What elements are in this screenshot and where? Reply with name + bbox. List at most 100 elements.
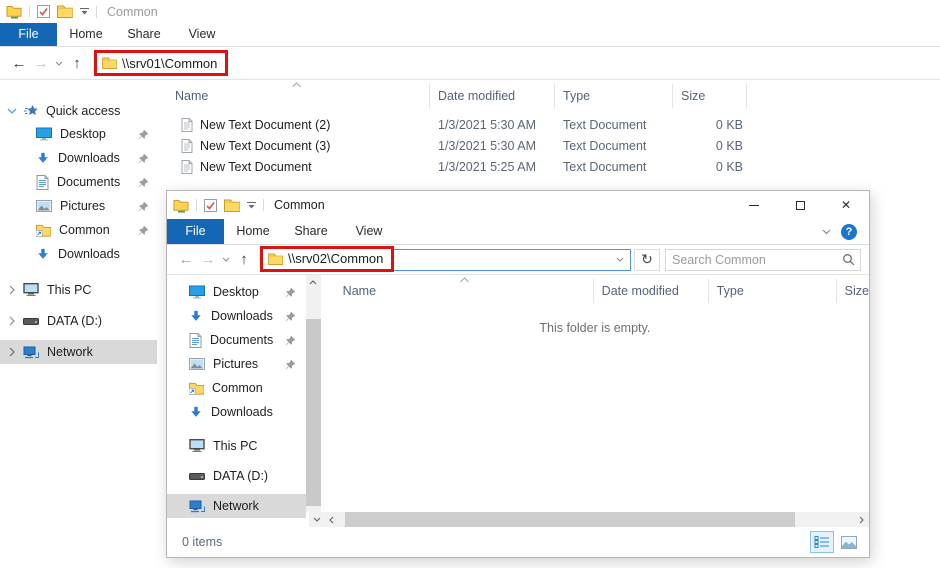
tab-view[interactable]: View [173, 23, 231, 46]
tab-home[interactable]: Home [224, 219, 282, 244]
pictures-icon [189, 358, 205, 370]
documents-icon [189, 332, 202, 348]
back-button[interactable]: ← [175, 251, 197, 268]
column-header-date-modified[interactable]: Date modified [430, 84, 555, 108]
sidebar-item-common[interactable]: Common [0, 218, 157, 242]
search-input[interactable] [672, 252, 842, 267]
scrollbar-thumb[interactable] [305, 319, 321, 506]
sidebar-item-quick-access[interactable]: Quick access [0, 100, 157, 122]
maximize-button[interactable] [777, 191, 823, 219]
sidebar-item-label: This PC [213, 439, 258, 453]
window1-titlebar: Common [0, 0, 940, 23]
sidebar-item-label: Downloads [58, 151, 120, 165]
column-header-name[interactable]: Name [167, 82, 430, 108]
sidebar-item-pictures[interactable]: Pictures [0, 194, 157, 218]
tab-share[interactable]: Share [282, 219, 340, 244]
titlebar-separator [263, 199, 264, 211]
recent-locations-chevron-icon[interactable] [219, 257, 233, 262]
qat-new-folder-icon[interactable] [57, 5, 73, 18]
up-button[interactable]: ↑ [66, 55, 88, 72]
recent-locations-chevron-icon[interactable] [52, 61, 66, 66]
sidebar-item-label: Pictures [213, 357, 259, 371]
sort-ascending-icon [459, 277, 470, 283]
file-row[interactable]: New Text Document 1/3/2021 5:25 AM Text … [167, 156, 940, 177]
scroll-right-icon[interactable] [854, 512, 869, 527]
forward-button[interactable]: → [30, 55, 52, 72]
chevron-right-icon[interactable] [9, 347, 15, 357]
tab-file[interactable]: File [167, 219, 224, 244]
column-header-size[interactable]: Size [837, 279, 869, 303]
scroll-up-icon[interactable] [306, 275, 321, 289]
refresh-button[interactable]: ↻ [634, 248, 660, 271]
chevron-down-icon[interactable] [7, 108, 17, 114]
annotation-highlight-srv01: \\srv01\Common [94, 50, 229, 76]
sidebar-scrollbar[interactable] [305, 275, 321, 512]
address-text[interactable]: \\srv01\Common [122, 56, 217, 71]
back-button[interactable]: ← [8, 55, 30, 72]
expand-ribbon-chevron-icon[interactable] [822, 229, 831, 235]
sidebar-item-common[interactable]: Common [167, 376, 306, 400]
file-row[interactable]: New Text Document (2) 1/3/2021 5:30 AM T… [167, 114, 940, 135]
sidebar-item-data-drive[interactable]: DATA (D:) [0, 309, 157, 333]
tab-file[interactable]: File [0, 23, 57, 46]
chevron-right-icon[interactable] [9, 316, 15, 326]
folder-icon [102, 57, 117, 69]
qat-customize-chevron-icon[interactable] [247, 201, 256, 209]
file-row[interactable]: New Text Document (3) 1/3/2021 5:30 AM T… [167, 135, 940, 156]
search-icon[interactable] [842, 253, 855, 266]
sidebar-item-label: Downloads [211, 309, 273, 323]
desktop-icon [36, 127, 52, 141]
sidebar-item-label: Network [213, 499, 259, 513]
sidebar-item-downloads-2[interactable]: Downloads [0, 242, 157, 266]
this-pc-icon [189, 439, 205, 453]
close-button[interactable]: ✕ [823, 191, 869, 219]
sidebar-item-data-drive[interactable]: DATA (D:) [167, 464, 306, 488]
forward-button[interactable]: → [197, 251, 219, 268]
sidebar-item-desktop[interactable]: Desktop [0, 122, 157, 146]
window1-ribbon-tabs: File Home Share View [0, 23, 940, 47]
column-headers: Name Date modified Type Size [335, 277, 869, 303]
scrollbar-thumb[interactable] [345, 512, 795, 527]
column-header-date-modified[interactable]: Date modified [594, 279, 709, 303]
up-button[interactable]: ↑ [233, 251, 255, 268]
column-header-type[interactable]: Type [555, 84, 673, 108]
tab-home[interactable]: Home [57, 23, 115, 46]
sidebar-item-this-pc[interactable]: This PC [167, 434, 306, 458]
network-icon [23, 346, 39, 359]
details-view-button[interactable] [810, 531, 834, 553]
help-button[interactable]: ? [841, 223, 857, 240]
window2-ribbon-tabs: File Home Share View ? [167, 219, 869, 245]
scroll-down-icon[interactable] [309, 512, 324, 527]
network-icon [189, 500, 205, 513]
address-bar[interactable]: \\srv02\Common [260, 245, 631, 272]
scroll-left-icon[interactable] [324, 512, 339, 527]
sidebar-item-this-pc[interactable]: This PC [0, 278, 157, 302]
address-text[interactable]: \\srv02\Common [288, 251, 383, 266]
qat-customize-chevron-icon[interactable] [80, 8, 89, 15]
sidebar-item-pictures[interactable]: Pictures [167, 352, 306, 376]
sidebar-item-label: DATA (D:) [47, 314, 103, 328]
sidebar-item-documents[interactable]: Documents [167, 328, 306, 352]
sidebar-item-network[interactable]: Network [0, 340, 157, 364]
horizontal-scrollbar[interactable] [324, 512, 869, 527]
column-header-name[interactable]: Name [335, 277, 594, 303]
sidebar-item-label: Downloads [211, 405, 273, 419]
sidebar-item-downloads[interactable]: Downloads [167, 304, 306, 328]
folder-icon [268, 252, 283, 265]
tab-share[interactable]: Share [115, 23, 173, 46]
column-header-size[interactable]: Size [673, 84, 747, 108]
qat-properties-icon[interactable] [37, 5, 50, 18]
sidebar-item-desktop[interactable]: Desktop [167, 280, 306, 304]
minimize-button[interactable] [731, 191, 777, 219]
column-header-type[interactable]: Type [709, 279, 837, 303]
chevron-right-icon[interactable] [9, 285, 15, 295]
explorer-app-icon [173, 198, 189, 213]
thumbnails-view-button[interactable] [837, 531, 861, 553]
address-dropdown-chevron-icon[interactable] [616, 257, 624, 262]
tab-view[interactable]: View [340, 219, 398, 244]
sidebar-item-downloads-2[interactable]: Downloads [167, 400, 306, 424]
qat-properties-icon[interactable] [204, 198, 217, 212]
qat-new-folder-icon[interactable] [224, 199, 240, 212]
sidebar-item-documents[interactable]: Documents [0, 170, 157, 194]
sidebar-item-downloads[interactable]: Downloads [0, 146, 157, 170]
